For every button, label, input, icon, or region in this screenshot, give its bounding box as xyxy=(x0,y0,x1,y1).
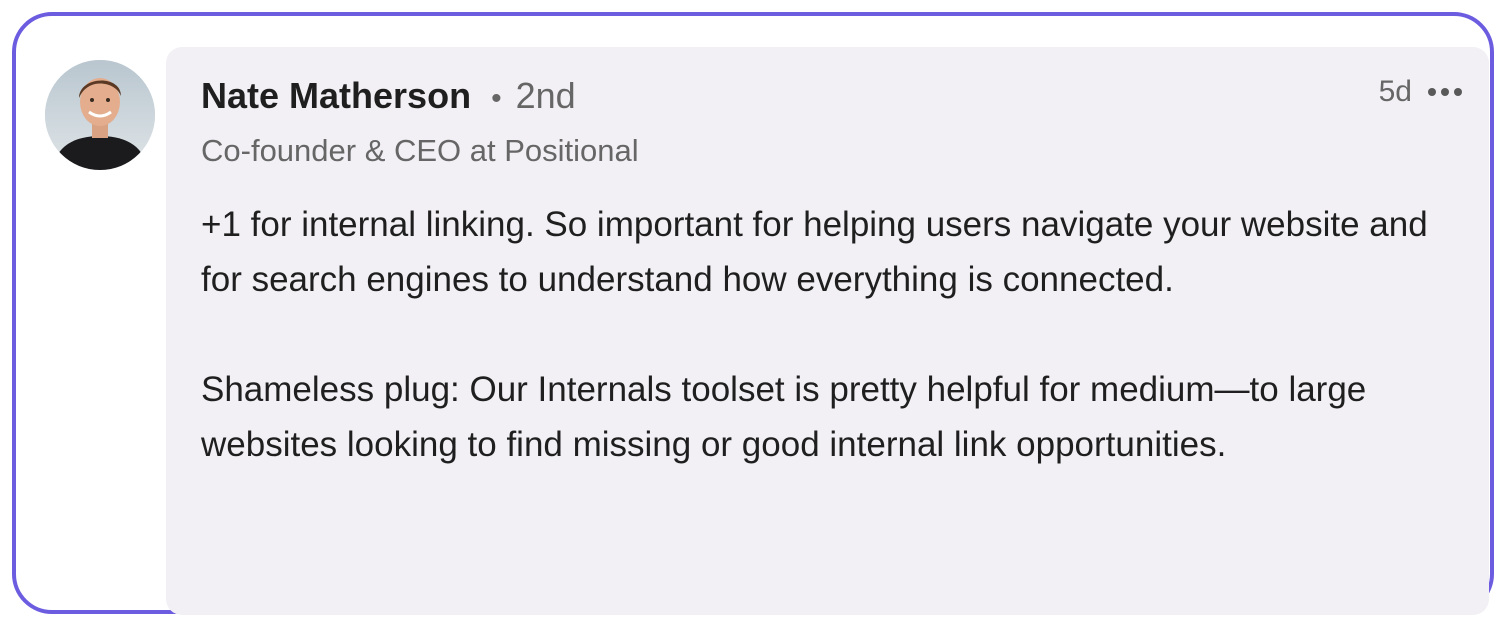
avatar[interactable] xyxy=(45,60,155,170)
comment-text: +1 for internal linking. So important fo… xyxy=(201,197,1471,472)
comment-card: Nate Matherson • 2nd Co-founder & CEO at… xyxy=(12,12,1494,615)
more-horizontal-icon[interactable] xyxy=(1426,82,1464,102)
comment-timestamp: 5d xyxy=(1378,75,1412,108)
comment-paragraph: +1 for internal linking. So important fo… xyxy=(201,205,1428,299)
author-row: Nate Matherson • 2nd xyxy=(201,75,576,117)
avatar-photo xyxy=(45,60,155,170)
comment-paragraph: Shameless plug: Our Internals toolset is… xyxy=(201,370,1367,464)
author-name[interactable]: Nate Matherson xyxy=(201,75,471,117)
author-headline: Co-founder & CEO at Positional xyxy=(201,133,639,168)
degree-separator: • xyxy=(491,82,502,115)
comment-meta: 5d xyxy=(1379,75,1464,109)
connection-degree: 2nd xyxy=(515,75,576,116)
comment-bubble: Nate Matherson • 2nd Co-founder & CEO at… xyxy=(166,47,1489,615)
